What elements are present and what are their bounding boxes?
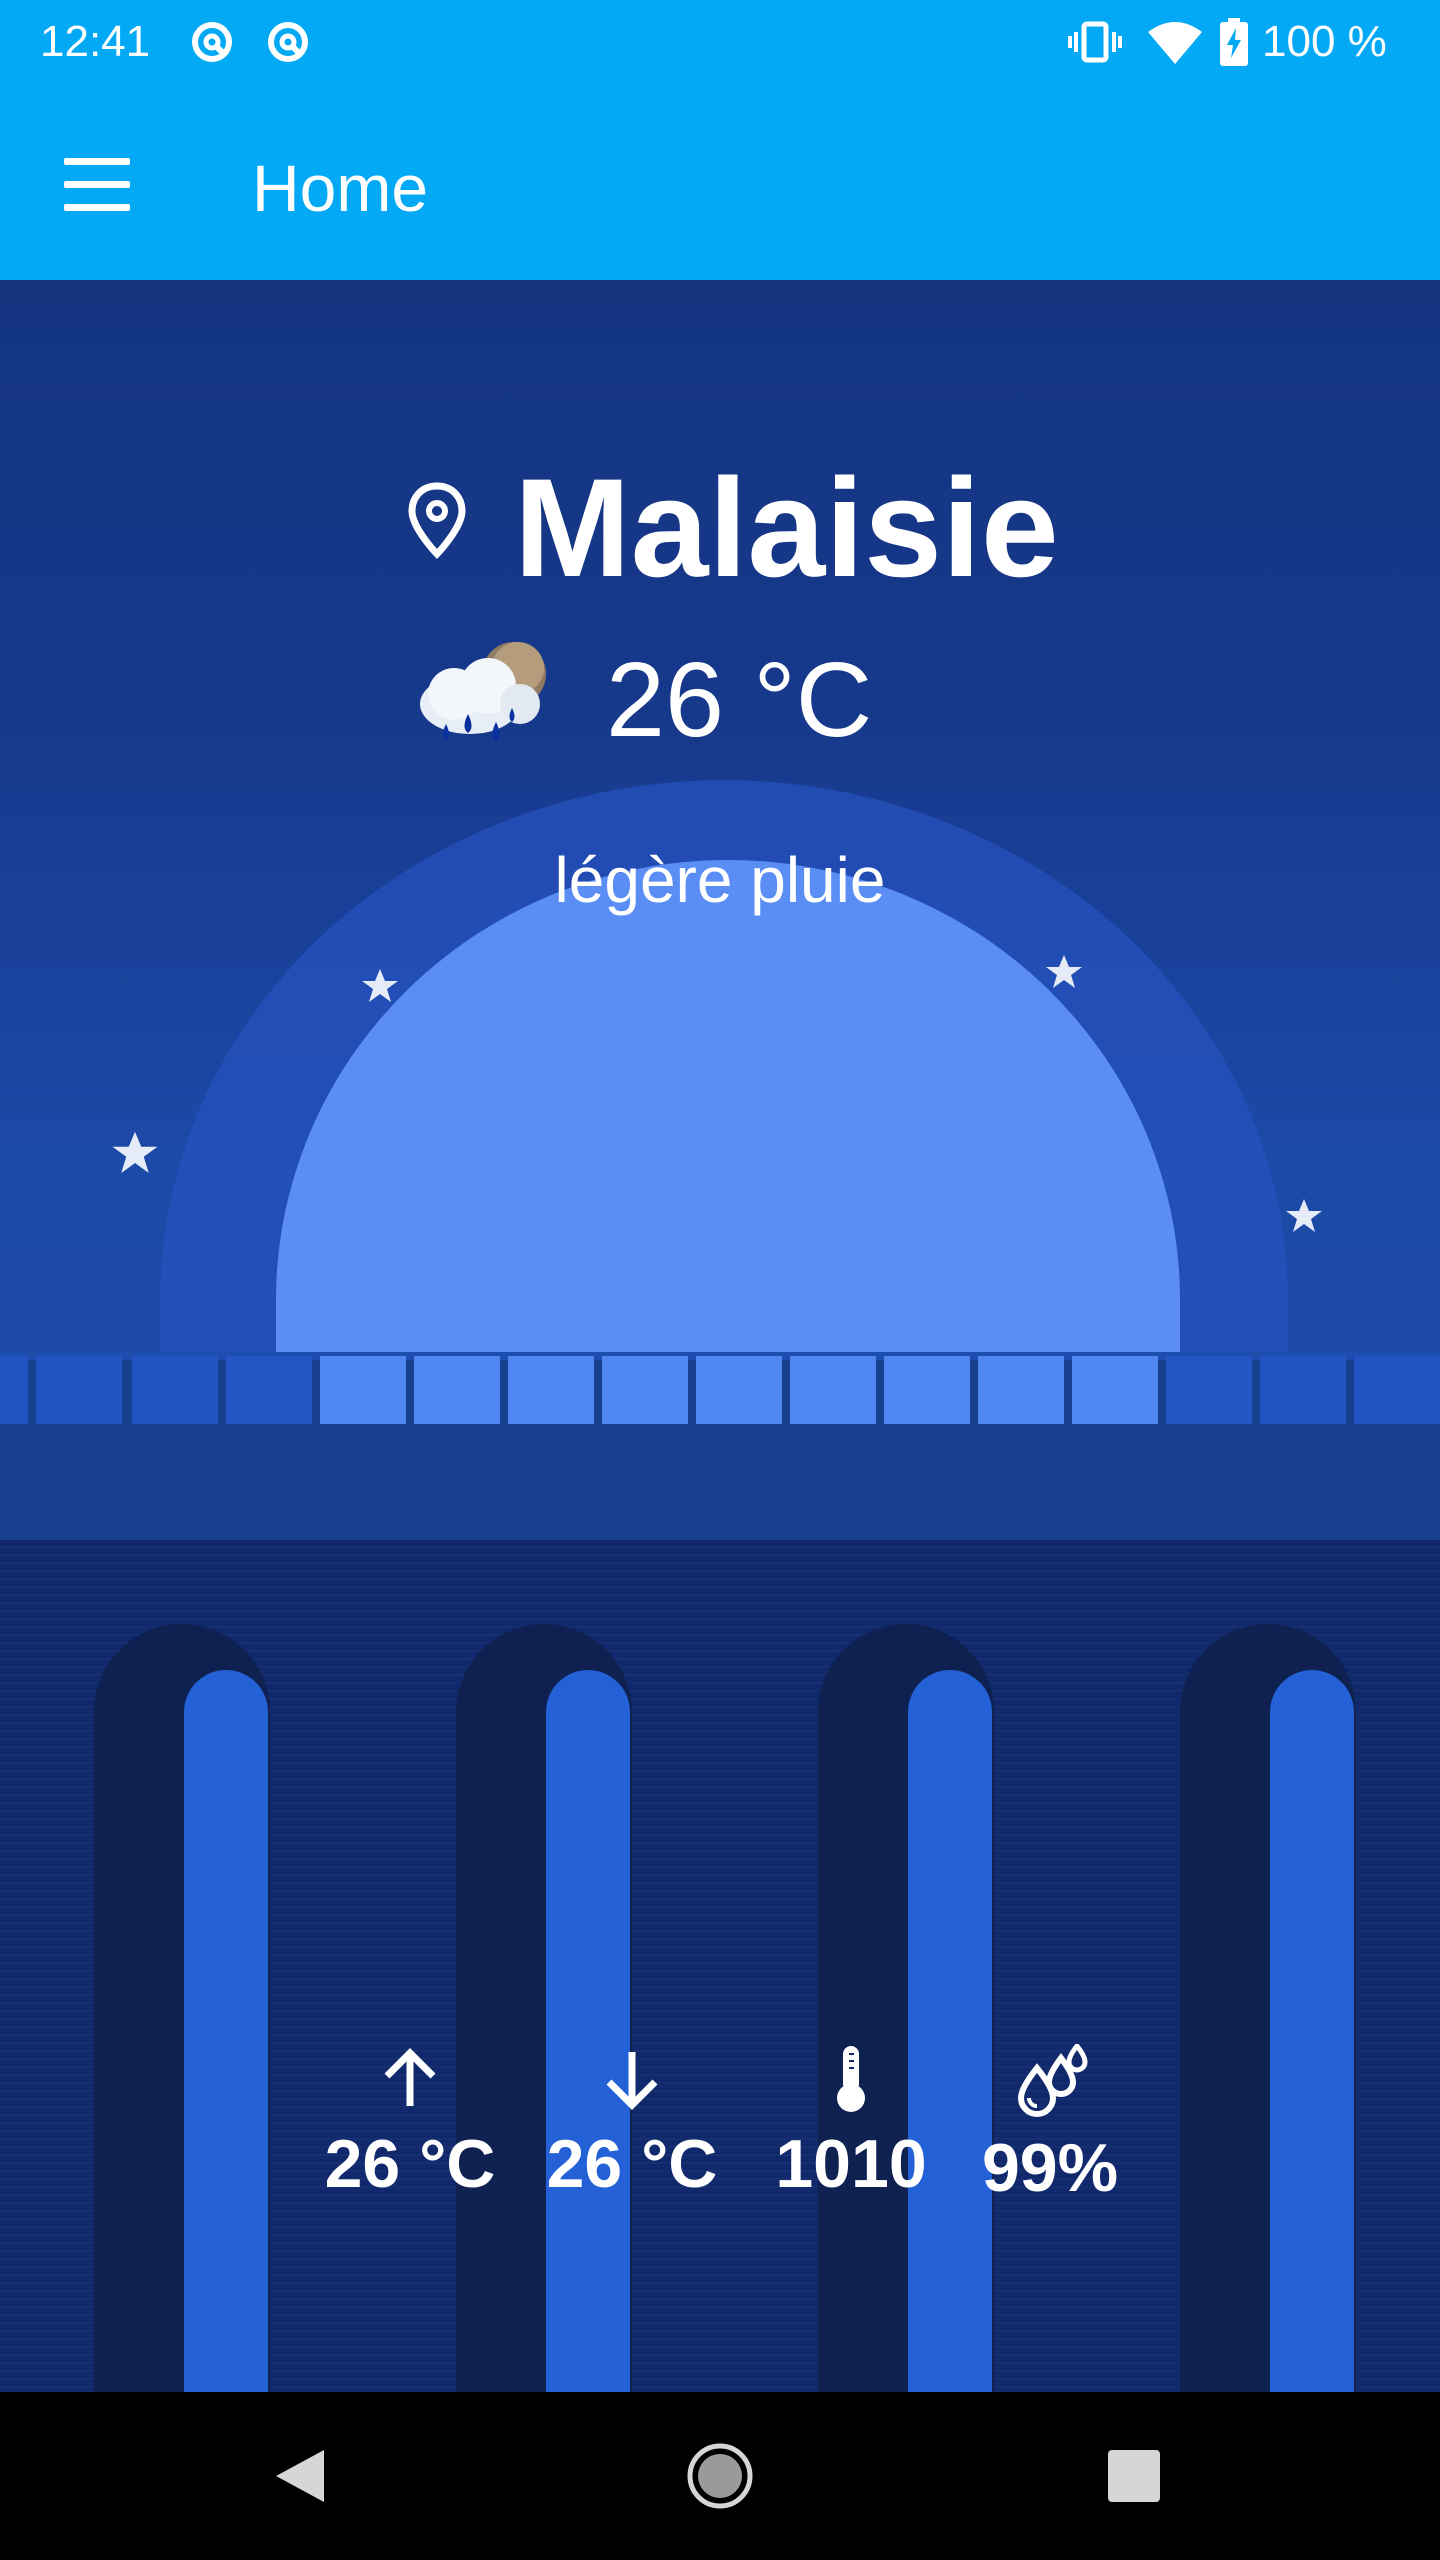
weather-hero: Malaisie 26 °C légère pluie [0,280,1440,1540]
wifi-icon [1148,22,1202,64]
weather-stats-panel: 26 °C 26 °C 1010 99% [0,1540,1440,2392]
home-icon[interactable] [670,2426,770,2526]
min-temperature-value: 26 °C [546,2126,718,2202]
humidity-value: 99% [981,2130,1119,2206]
pressure-stat: 1010 [751,2044,951,2204]
star-icon [112,1131,158,1173]
app-toolbar: Home [0,86,1440,280]
current-temperature: 26 °C [606,641,873,759]
humidity-stat: 99% [950,2044,1150,2208]
star-icon [1286,1199,1322,1232]
pillars-illustration [0,1540,1440,2392]
app-screen: 12:41 100 % Home Malaisie 26 °C légère p… [0,0,1440,2560]
battery-percentage: 100 % [1262,17,1387,66]
hamburger-menu-icon[interactable] [40,136,136,232]
humidity-drops-icon [1017,2044,1088,2117]
max-temperature-value: 26 °C [324,2126,496,2202]
thermometer-icon [837,2046,865,2112]
app-notification-icon [192,22,232,62]
arrow-up-icon [384,2048,436,2106]
arrow-down-icon [606,2052,658,2110]
back-icon[interactable] [250,2426,350,2526]
weather-description: légère pluie [554,844,886,916]
rain-cloud-night-icon [420,642,546,741]
min-temperature-stat: 26 °C [532,2044,732,2204]
star-icon [362,969,398,1002]
page-title: Home [252,151,429,225]
vibrate-icon [1068,21,1122,63]
max-temperature-stat: 26 °C [310,2044,510,2204]
app-notification-icon [268,22,308,62]
recents-icon[interactable] [1084,2426,1184,2526]
pressure-value: 1010 [775,2126,927,2202]
city-name: Malaisie [514,449,1059,606]
battery-charging-icon [1220,18,1248,66]
status-bar: 12:41 100 % [0,0,1440,86]
fence-boxes [0,1356,1440,1428]
location-pin-icon [408,482,466,560]
system-navigation-bar [0,2392,1440,2560]
star-icon [1046,955,1082,988]
status-time: 12:41 [40,17,151,66]
